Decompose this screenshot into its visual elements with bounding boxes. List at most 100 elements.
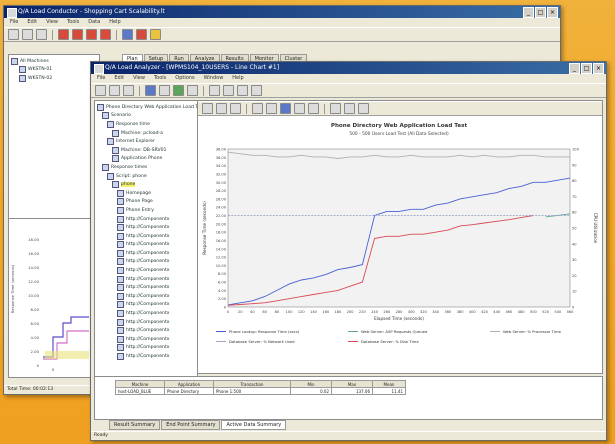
zoom-in-icon[interactable] (209, 85, 220, 96)
toolbar-divider (203, 85, 204, 96)
tree-item[interactable]: Phone Page (97, 198, 195, 207)
menu-help[interactable]: Help (232, 74, 243, 83)
print-icon[interactable] (123, 85, 134, 96)
zoom-out-icon[interactable] (223, 85, 234, 96)
redo-icon[interactable] (266, 103, 277, 114)
undo-icon[interactable] (252, 103, 263, 114)
maximize-button[interactable]: □ (581, 63, 592, 74)
copy-icon[interactable] (216, 103, 227, 114)
tree-item[interactable]: http://Componentx (97, 283, 195, 292)
tree-item[interactable]: http://Componentx (97, 335, 195, 344)
filter-icon[interactable] (187, 85, 198, 96)
tree-item[interactable]: http://Componentx (97, 241, 195, 250)
series-icon[interactable] (280, 103, 291, 114)
pointer-icon[interactable] (358, 103, 369, 114)
tree-item[interactable]: Script: phone (97, 172, 195, 181)
tree-item-wkstn-01[interactable]: WKSTN-01 (11, 66, 97, 75)
export-icon[interactable] (150, 29, 161, 40)
tree-item[interactable]: http://Componentx (97, 266, 195, 275)
menu-help[interactable]: Help (109, 18, 120, 27)
pause-icon[interactable] (100, 29, 111, 40)
open-icon[interactable] (95, 85, 106, 96)
tree-item[interactable]: http://Componentx (97, 249, 195, 258)
tree-item[interactable]: Application Phone (97, 155, 195, 164)
tree-item[interactable]: Phone Entry (97, 206, 195, 215)
grid-icon[interactable] (308, 103, 319, 114)
menu-data[interactable]: Data (88, 18, 100, 27)
minimize-button[interactable]: _ (569, 63, 580, 74)
tree-item[interactable]: Internet Explorer (97, 137, 195, 146)
col-min[interactable]: Min (290, 380, 332, 388)
col-application[interactable]: Application (164, 380, 214, 388)
tree-item[interactable]: http://Componentx (97, 309, 195, 318)
menu-tools[interactable]: Tools (67, 18, 79, 27)
close-button[interactable]: × (547, 7, 558, 18)
table-row[interactable]: host-LOAD_BLUE Phone Directory Phone 1:5… (115, 387, 406, 395)
maximize-button[interactable]: □ (535, 7, 546, 18)
print-icon[interactable] (230, 103, 241, 114)
stop-icon[interactable] (86, 29, 97, 40)
tree-item[interactable]: Machine: pcload-a (97, 129, 195, 138)
tree-item[interactable]: phone (97, 180, 195, 189)
chart-icon[interactable] (145, 85, 156, 96)
col-mean[interactable]: Mean (372, 380, 406, 388)
tree-item[interactable]: http://Componentx (97, 318, 195, 327)
play-icon[interactable] (72, 29, 83, 40)
zoom-out-icon[interactable] (344, 103, 355, 114)
menu-view[interactable]: View (133, 74, 145, 83)
tree-item[interactable]: http://Componentx (97, 232, 195, 241)
analyzer-titlebar[interactable]: Q/A Load Analyzer - [WPMS104_10USERS - L… (91, 62, 606, 74)
tree-item[interactable]: http://Componentx (97, 301, 195, 310)
tree-item[interactable]: Response times (97, 163, 195, 172)
legend-icon[interactable] (294, 103, 305, 114)
menu-file[interactable]: File (97, 74, 105, 83)
tree-item[interactable]: Machine: DB-SRV01 (97, 146, 195, 155)
tree-item[interactable]: http://Componentx (97, 292, 195, 301)
tree-item[interactable]: http://Componentx (97, 215, 195, 224)
col-max[interactable]: Max (331, 380, 373, 388)
x-tick-label: 260 (383, 310, 391, 314)
page-icon (117, 241, 124, 249)
menu-edit[interactable]: Edit (114, 74, 124, 83)
tree-item[interactable]: http://Componentx (97, 223, 195, 232)
tree-item[interactable]: Response time (97, 120, 195, 129)
menu-view[interactable]: View (46, 18, 58, 27)
new-icon[interactable] (8, 29, 19, 40)
tree-item[interactable]: http://Componentx (97, 344, 195, 353)
conductor-titlebar[interactable]: Q/A Load Conductor - Shopping Cart Scala… (4, 6, 560, 18)
x-tick-label: 400 (469, 310, 477, 314)
tab-result-summary[interactable]: Result Summary (109, 420, 161, 430)
tree-item[interactable]: http://Componentx (97, 275, 195, 284)
col-machine[interactable]: Machine (115, 380, 165, 388)
zoom-in-icon[interactable] (330, 103, 341, 114)
tree-item-wkstn-02[interactable]: WKSTN-02 (11, 74, 97, 83)
tree-item[interactable]: http://Componentx (97, 326, 195, 335)
save-icon[interactable] (109, 85, 120, 96)
menu-file[interactable]: File (10, 18, 18, 27)
close-button[interactable]: × (593, 63, 604, 74)
tree-item[interactable]: Homepage (97, 189, 195, 198)
menu-options[interactable]: Options (175, 74, 194, 83)
help-icon[interactable] (251, 85, 262, 96)
menu-edit[interactable]: Edit (27, 18, 37, 27)
open-icon[interactable] (22, 29, 33, 40)
tree-item[interactable]: http://Componentx (97, 352, 195, 361)
table-icon[interactable] (159, 85, 170, 96)
refresh-icon[interactable] (173, 85, 184, 96)
settings-icon[interactable] (122, 29, 133, 40)
save-icon[interactable] (36, 29, 47, 40)
properties-icon[interactable] (237, 85, 248, 96)
menu-window[interactable]: Window (204, 74, 224, 83)
tree-item[interactable]: Scenario (97, 112, 195, 121)
record-icon[interactable] (58, 29, 69, 40)
menu-tools[interactable]: Tools (154, 74, 166, 83)
alert-icon[interactable] (136, 29, 147, 40)
chart-type-icon[interactable] (202, 103, 213, 114)
tree-item[interactable]: Phone Directory Web Application Load Tes… (97, 103, 197, 112)
tab-end-point-summary[interactable]: End Point Summary (161, 420, 221, 430)
minimize-button[interactable]: _ (523, 7, 534, 18)
tree-item-all-machines[interactable]: All Machines (11, 57, 97, 66)
tab-active-data-summary[interactable]: Active Data Summary (221, 420, 287, 430)
tree-item[interactable]: http://Componentx (97, 258, 195, 267)
col-transaction[interactable]: Transaction (213, 380, 291, 388)
